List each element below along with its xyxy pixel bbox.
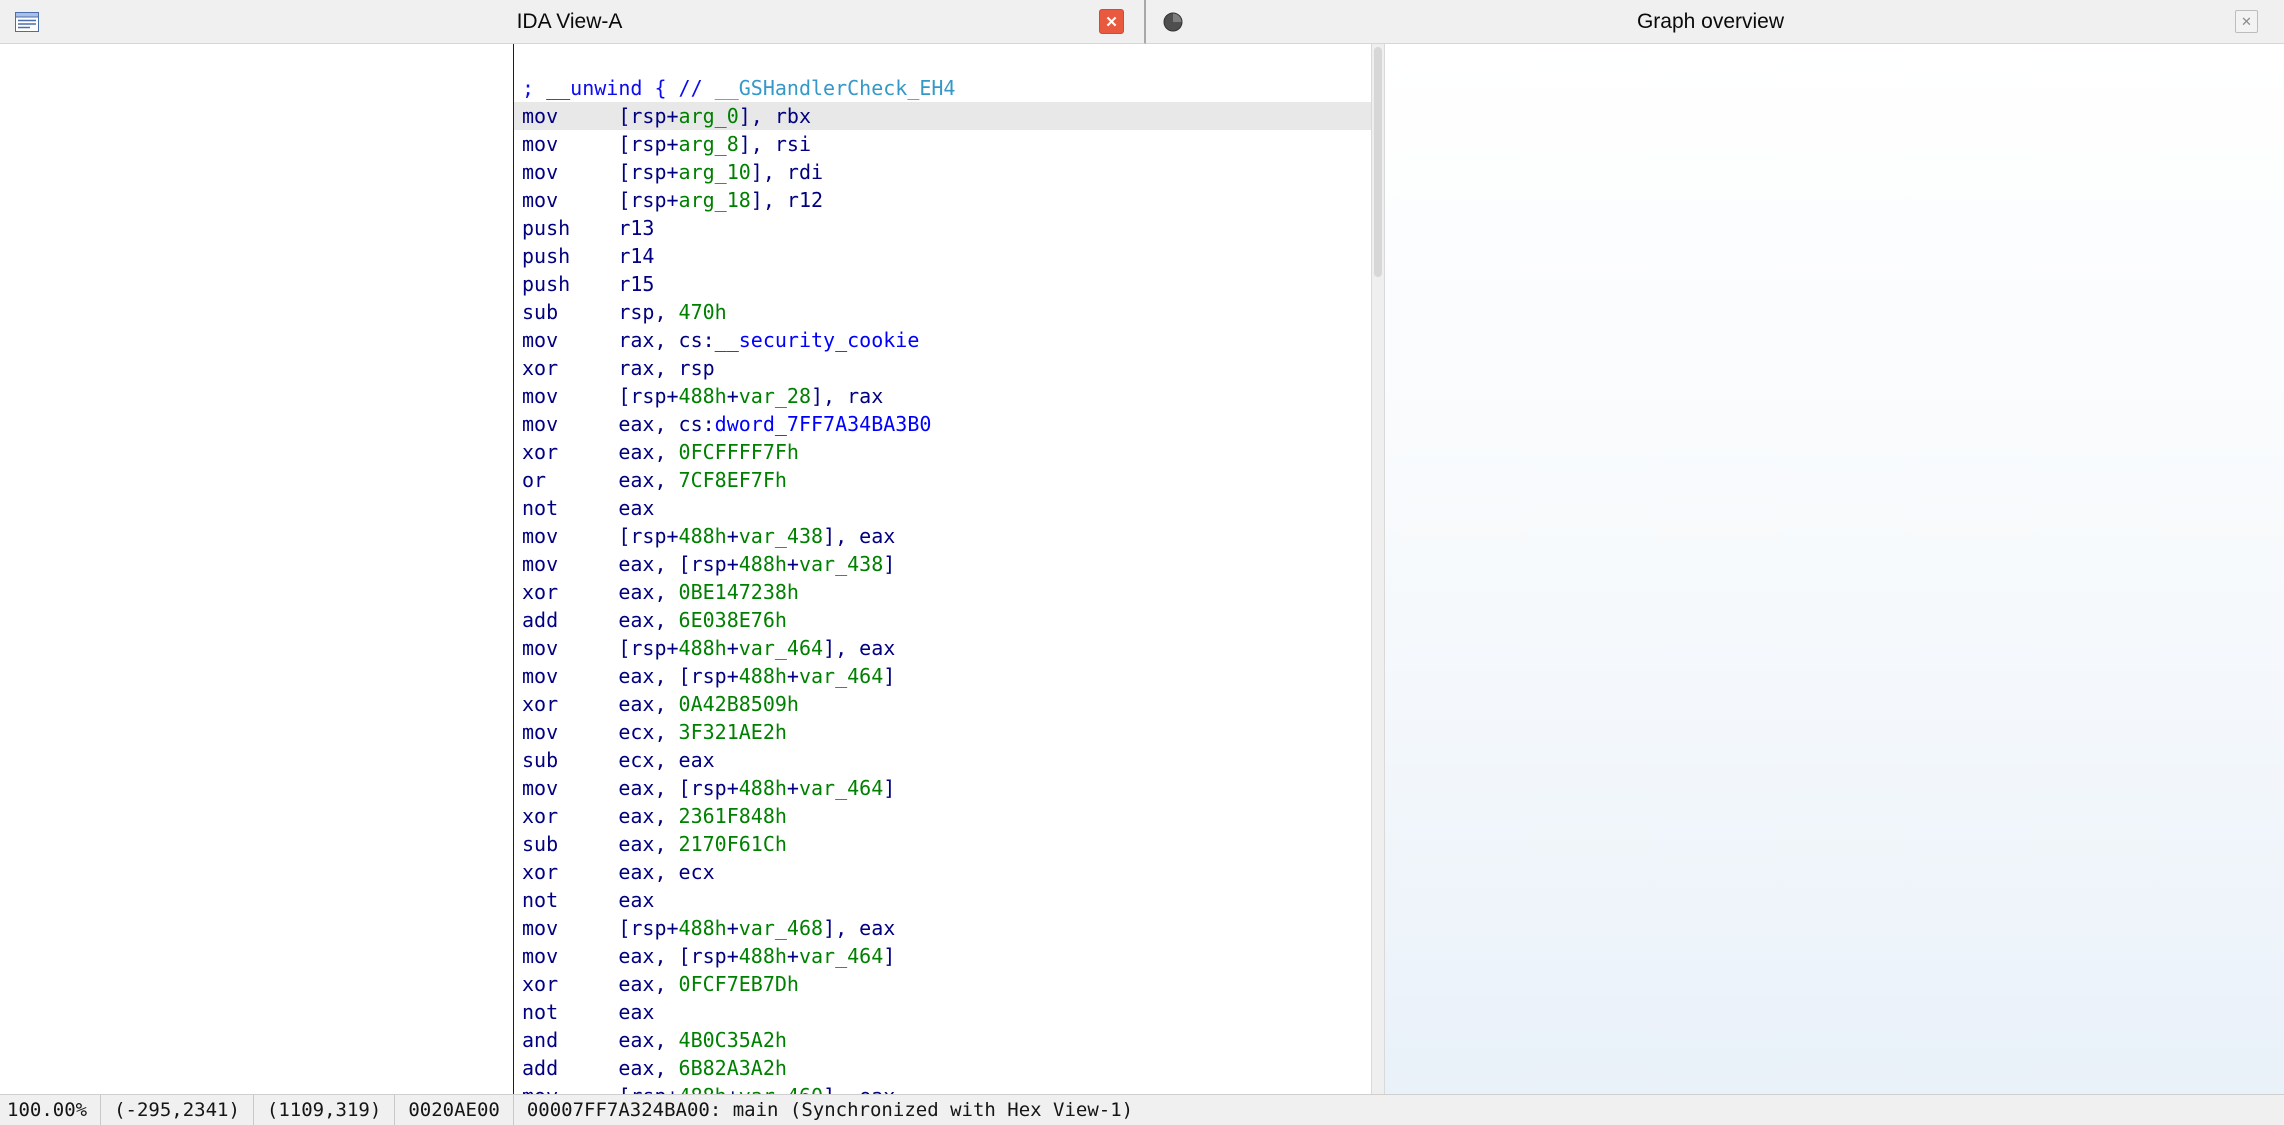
code-line[interactable]: push r15 [514,270,1371,298]
code-line[interactable]: sub rsp, 470h [514,298,1371,326]
status-field: (-295,2341) [101,1095,254,1125]
code-line[interactable]: xor eax, 0BE147238h [514,578,1371,606]
code-line[interactable]: xor eax, 0FCFFFF7Fh [514,438,1371,466]
graph-overview-titlebar[interactable]: Graph overview ✕ [1146,0,2284,44]
code-line[interactable]: mov [rsp+488h+var_464], eax [514,634,1371,662]
code-line[interactable]: mov [rsp+arg_10], rdi [514,158,1371,186]
code-line[interactable]: mov eax, [rsp+488h+var_464] [514,662,1371,690]
code-lines: ; __unwind { // __GSHandlerCheck_EH4mov … [514,74,1371,1094]
code-line[interactable]: and eax, 4B0C35A2h [514,1026,1371,1054]
code-line[interactable]: mov eax, [rsp+488h+var_464] [514,942,1371,970]
code-line[interactable]: mov [rsp+488h+var_460], eax [514,1082,1371,1094]
code-line[interactable]: xor eax, 0A42B8509h [514,690,1371,718]
status-field: (1109,319) [254,1095,395,1125]
code-line-selected[interactable]: mov [rsp+arg_0], rbx [514,102,1371,130]
code-line[interactable]: mov [rsp+488h+var_468], eax [514,914,1371,942]
code-line[interactable]: or eax, 7CF8EF7Fh [514,466,1371,494]
code-line[interactable]: push r13 [514,214,1371,242]
code-line[interactable]: xor eax, 2361F848h [514,802,1371,830]
code-line[interactable]: add eax, 6B82A3A2h [514,1054,1371,1082]
graph-overview-icon [1160,9,1186,35]
status-field: 00007FF7A324BA00: main (Synchronized wit… [514,1095,1146,1125]
code-line[interactable]: xor eax, ecx [514,858,1371,886]
ida-workspace: IDA View-A ✕ Graph overview ✕ ; __unwind… [0,0,2284,1125]
content-row: ; __unwind { // __GSHandlerCheck_EH4mov … [0,44,2284,1094]
graph-overview-close-button[interactable]: ✕ [2235,10,2258,33]
code-line[interactable]: mov [rsp+488h+var_28], rax [514,382,1371,410]
code-line[interactable]: mov [rsp+arg_8], rsi [514,130,1371,158]
code-line[interactable]: mov rax, cs:__security_cookie [514,326,1371,354]
code-line[interactable]: sub ecx, eax [514,746,1371,774]
graph-overview-panel[interactable] [1385,44,2284,1094]
code-line[interactable]: mov [rsp+arg_18], r12 [514,186,1371,214]
code-line[interactable]: mov eax, [rsp+488h+var_464] [514,774,1371,802]
code-line[interactable]: push r14 [514,242,1371,270]
graph-overview-title: Graph overview [1186,10,2235,34]
ida-view-icon [14,9,40,35]
code-line[interactable]: xor eax, 0FCF7EB7Dh [514,970,1371,998]
ida-view-close-button[interactable]: ✕ [1099,9,1124,34]
code-line[interactable]: ; __unwind { // __GSHandlerCheck_EH4 [514,74,1371,102]
vertical-scrollbar[interactable] [1371,44,1385,1094]
code-line[interactable]: sub eax, 2170F61Ch [514,830,1371,858]
code-line[interactable]: not eax [514,998,1371,1026]
ida-view-title: IDA View-A [40,10,1099,34]
code-line[interactable]: xor rax, rsp [514,354,1371,382]
graph-node-border [513,44,514,1094]
code-line[interactable]: mov eax, cs:dword_7FF7A34BA3B0 [514,410,1371,438]
scrollbar-thumb[interactable] [1374,47,1382,277]
code-line[interactable]: mov ecx, 3F321AE2h [514,718,1371,746]
ida-view-titlebar[interactable]: IDA View-A ✕ [0,0,1146,44]
title-row: IDA View-A ✕ Graph overview ✕ [0,0,2284,44]
disassembly-view[interactable]: ; __unwind { // __GSHandlerCheck_EH4mov … [0,44,1371,1094]
code-line[interactable]: mov eax, [rsp+488h+var_438] [514,550,1371,578]
status-field: 100.00% [0,1095,101,1125]
code-line[interactable]: add eax, 6E038E76h [514,606,1371,634]
status-bar: 100.00%(-295,2341)(1109,319)0020AE000000… [0,1094,2284,1125]
code-line[interactable]: not eax [514,886,1371,914]
status-field: 0020AE00 [395,1095,514,1125]
code-line[interactable]: mov [rsp+488h+var_438], eax [514,522,1371,550]
code-line[interactable]: not eax [514,494,1371,522]
